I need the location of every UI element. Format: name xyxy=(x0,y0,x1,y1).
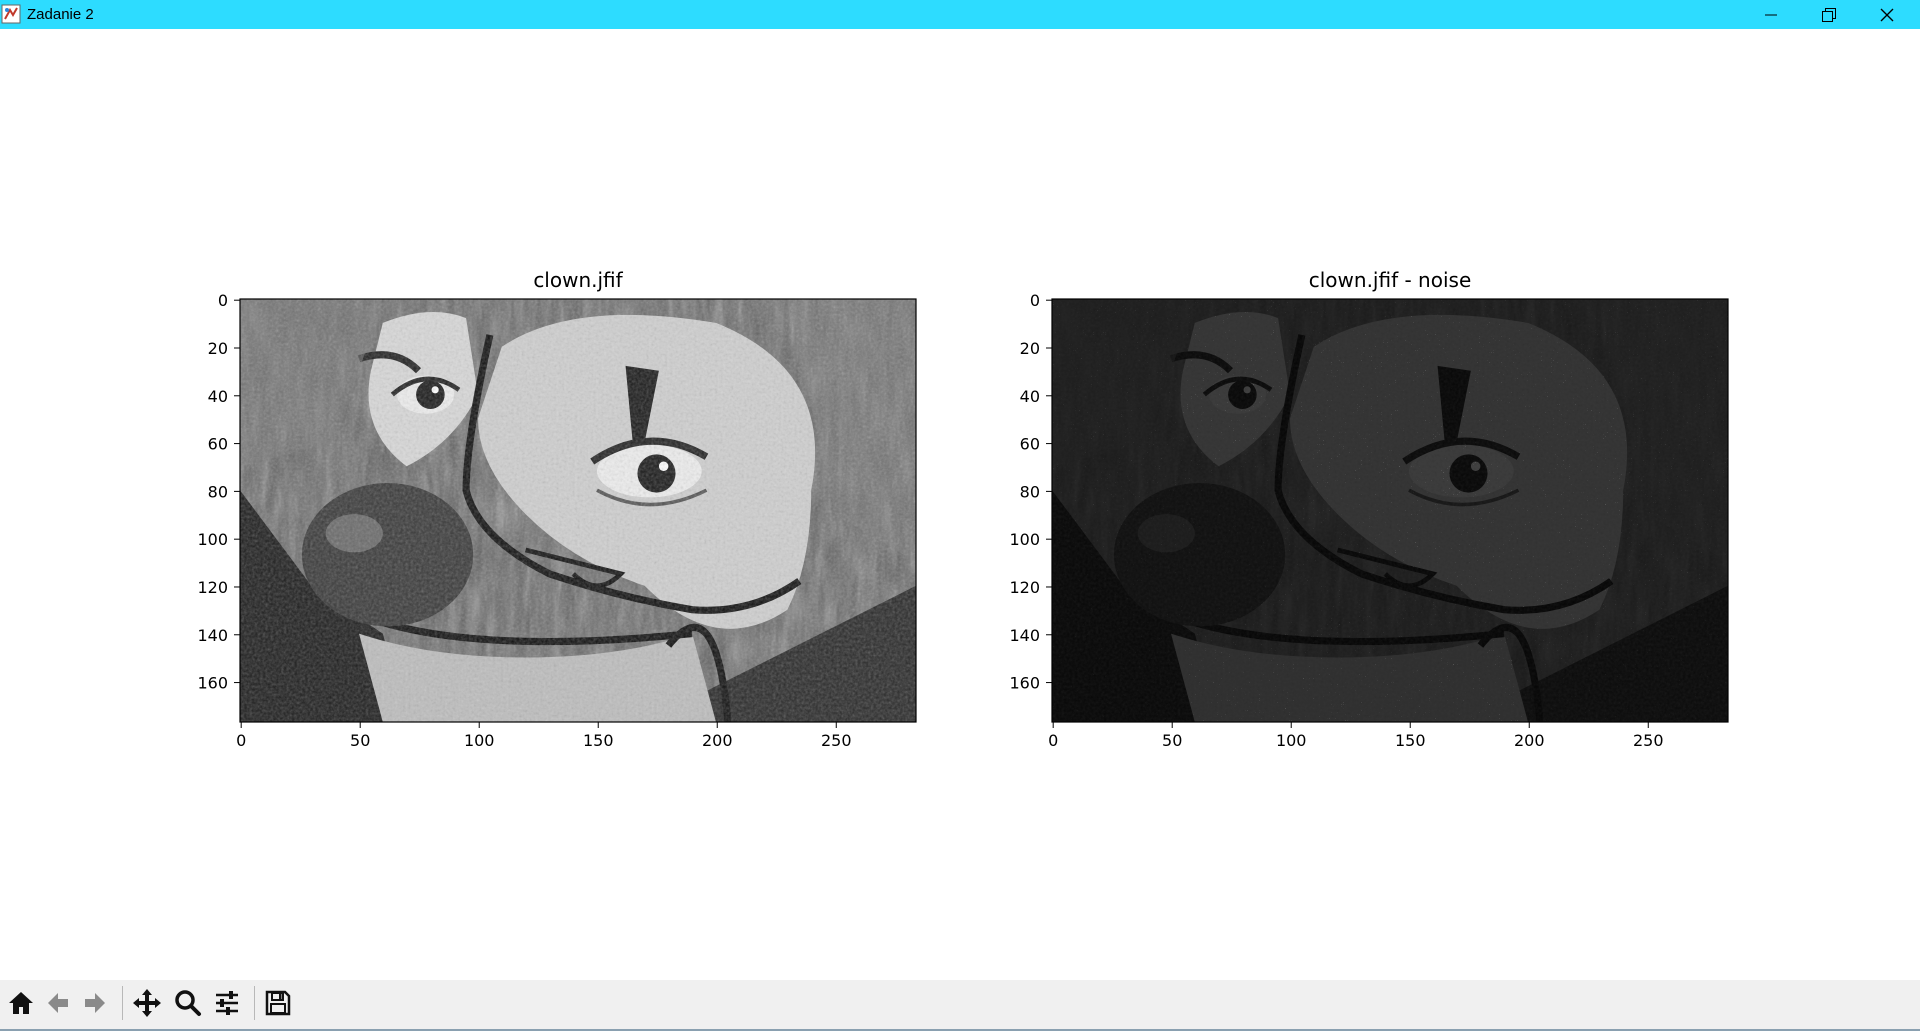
y-tick-label: 80 xyxy=(208,482,228,501)
y-tick-label: 120 xyxy=(197,578,228,597)
zoom-icon xyxy=(175,990,201,1016)
figure: clown.jfif 0 50 100 150 200 25002040608010012… xyxy=(197,268,1729,750)
y-tick-label: 80 xyxy=(1020,482,1040,501)
window-titlebar[interactable]: Zadanie 2 xyxy=(0,0,1920,29)
y-tick-label: 100 xyxy=(1009,530,1040,549)
save-icon xyxy=(265,990,291,1016)
subplot-noise: clown.jfif - noise 0 50 100 150 200 250 0 20 40 6… xyxy=(1009,268,1729,750)
forward-button[interactable] xyxy=(77,985,113,1021)
back-arrow-icon xyxy=(48,993,68,1013)
x-tick-label: 100 xyxy=(464,731,495,750)
y-tick-label: 40 xyxy=(208,387,228,406)
subplot-title-noise: clown.jfif - noise xyxy=(1309,268,1472,292)
toolbar-separator xyxy=(254,986,255,1020)
configure-subplots-icon xyxy=(216,991,238,1015)
pan-icon xyxy=(133,989,161,1017)
x-tick-label: 250 xyxy=(821,731,852,750)
y-tick-label: 160 xyxy=(197,674,228,693)
x-tick-label: 100 xyxy=(1276,731,1307,750)
x-tick-label: 250 xyxy=(1633,731,1664,750)
x-tick-label: 50 xyxy=(1162,731,1182,750)
home-icon xyxy=(9,992,33,1014)
forward-arrow-icon xyxy=(85,993,105,1013)
figure-canvas[interactable]: clown.jfif 0 50 100 150 200 250 0 20 40 60 80 100 12… xyxy=(0,29,1920,980)
subplot-original: clown.jfif 0 50 100 150 200 250 0 20 40 60 80 100 12… xyxy=(197,268,917,750)
y-tick-label: 40 xyxy=(1020,387,1040,406)
y-tick-label: 0 xyxy=(218,291,228,310)
y-tick-label: 60 xyxy=(1020,435,1040,454)
y-tick-label: 0 xyxy=(1030,291,1040,310)
y-tick-label: 20 xyxy=(208,339,228,358)
image-original xyxy=(240,299,916,722)
minimize-icon xyxy=(1765,14,1777,15)
back-button[interactable] xyxy=(40,985,76,1021)
navigation-toolbar xyxy=(0,980,1920,1031)
y-tick-label: 140 xyxy=(197,626,228,645)
x-tick-label: 150 xyxy=(1395,731,1426,750)
y-tick-label: 60 xyxy=(208,435,228,454)
subplot-title-original: clown.jfif xyxy=(533,268,623,292)
y-tick-label: 120 xyxy=(1009,578,1040,597)
y-tick-label: 160 xyxy=(1009,674,1040,693)
restore-icon xyxy=(1822,7,1836,22)
minimize-button[interactable] xyxy=(1742,0,1800,29)
y-tick-label: 20 xyxy=(1020,339,1040,358)
x-tick-label: 200 xyxy=(702,731,733,750)
x-tick-label: 0 xyxy=(1048,731,1058,750)
y-tick-label: 140 xyxy=(1009,626,1040,645)
y-tick-label: 100 xyxy=(197,530,228,549)
home-button[interactable] xyxy=(3,985,39,1021)
image-noise xyxy=(1052,299,1728,722)
x-tick-label: 50 xyxy=(350,731,370,750)
x-tick-label: 0 xyxy=(236,731,246,750)
x-tick-label: 200 xyxy=(1514,731,1545,750)
save-button[interactable] xyxy=(260,985,296,1021)
app-icon xyxy=(1,4,21,24)
close-button[interactable] xyxy=(1858,0,1916,29)
x-tick-label: 150 xyxy=(583,731,614,750)
toolbar-separator xyxy=(122,986,123,1020)
close-icon xyxy=(1880,8,1894,21)
pan-button[interactable] xyxy=(129,985,165,1021)
zoom-button[interactable] xyxy=(170,985,206,1021)
restore-button[interactable] xyxy=(1800,0,1858,29)
configure-subplots-button[interactable] xyxy=(209,985,245,1021)
window-title: Zadanie 2 xyxy=(27,6,94,23)
